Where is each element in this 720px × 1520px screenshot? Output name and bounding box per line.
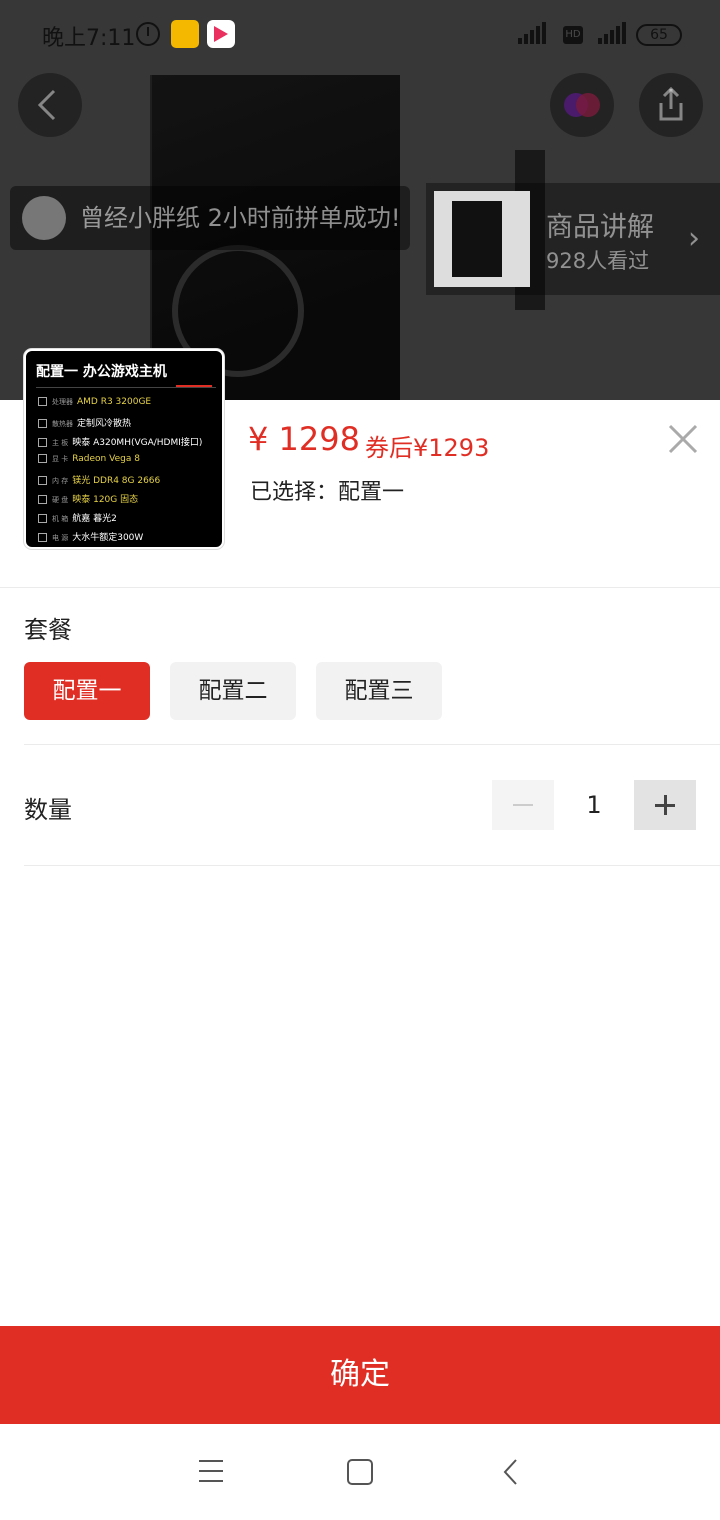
spec-value: 镁光 DDR4 8G 2666 bbox=[72, 476, 161, 486]
spec-icon bbox=[38, 438, 47, 447]
explain-thumbnail bbox=[434, 191, 530, 287]
product-explain-card[interactable]: 商品讲解 928人看过 › bbox=[426, 183, 720, 295]
spec-key: 显 卡 bbox=[52, 455, 69, 463]
product-thumbnail[interactable]: 配置一 办公游戏主机 处理器 AMD R3 3200GE 散热器 定制风冷散热主 板映… bbox=[24, 349, 224, 549]
card-accent-line bbox=[176, 385, 212, 387]
spec-row: 电 源大水牛额定300W bbox=[38, 530, 143, 543]
alarm-icon bbox=[136, 22, 160, 46]
close-button[interactable] bbox=[666, 422, 700, 456]
spec-icon bbox=[38, 419, 47, 428]
status-bar: 晚上7:11 HD 65 bbox=[0, 0, 720, 70]
menu-icon[interactable] bbox=[199, 1460, 223, 1482]
selected-option-text: 已选择：配置一 bbox=[250, 480, 405, 505]
share-icon bbox=[659, 86, 683, 121]
confirm-button[interactable]: 确定 bbox=[0, 1326, 720, 1424]
price: ¥ 1298 bbox=[248, 420, 360, 458]
app-notification-icon bbox=[171, 20, 199, 48]
divider bbox=[24, 865, 720, 866]
spec-key: 电 源 bbox=[52, 534, 69, 542]
spec-icon bbox=[38, 533, 47, 542]
chevron-left-icon bbox=[37, 89, 56, 121]
spec-row: 硬 盘映泰 120G 固态 bbox=[38, 492, 138, 505]
live-button[interactable] bbox=[550, 73, 614, 137]
spec-icon bbox=[38, 397, 47, 406]
share-button[interactable] bbox=[639, 73, 703, 137]
quantity-label: 数量 bbox=[24, 796, 72, 824]
signal-icon bbox=[518, 22, 548, 44]
home-icon[interactable] bbox=[347, 1459, 373, 1485]
spec-row: 散热器 定制风冷散热 bbox=[38, 416, 131, 429]
explain-viewers: 928人看过 bbox=[546, 249, 650, 273]
avatar bbox=[22, 196, 66, 240]
back-button[interactable] bbox=[18, 73, 82, 137]
hd-icon: HD bbox=[563, 26, 583, 44]
video-app-icon bbox=[207, 20, 235, 48]
signal-icon bbox=[598, 22, 628, 44]
spec-icon bbox=[38, 495, 47, 504]
spec-icon bbox=[38, 514, 47, 523]
divider bbox=[0, 587, 720, 588]
spec-icon bbox=[38, 476, 47, 485]
coupon-price: 券后¥1293 bbox=[365, 434, 490, 462]
option-config-2[interactable]: 配置二 bbox=[170, 662, 296, 720]
spec-key: 主 板 bbox=[52, 439, 69, 447]
spec-row: 显 卡 Radeon Vega 8 bbox=[38, 454, 140, 464]
spec-value: 映泰 120G 固态 bbox=[72, 495, 139, 505]
spec-key: 硬 盘 bbox=[52, 496, 69, 504]
spec-row: 机 箱航嘉 暮光2 bbox=[38, 511, 117, 524]
spec-key: 散热器 bbox=[52, 420, 73, 428]
live-icon bbox=[564, 93, 600, 117]
status-time: 晚上7:11 bbox=[42, 26, 136, 51]
close-icon bbox=[668, 424, 698, 454]
divider bbox=[24, 744, 720, 745]
spec-value: 定制风冷散热 bbox=[77, 419, 132, 429]
spec-key: 机 箱 bbox=[52, 515, 69, 523]
explain-title: 商品讲解 bbox=[546, 212, 654, 243]
notice-text: 曾经小胖纸 2小时前拼单成功! bbox=[80, 204, 401, 232]
spec-row: 内 存镁光 DDR4 8G 2666 bbox=[38, 473, 160, 486]
quantity-value[interactable]: 1 bbox=[554, 780, 634, 830]
spec-key: 内 存 bbox=[52, 477, 69, 485]
spec-value: 映泰 A320MH(VGA/HDMI接口) bbox=[72, 438, 203, 448]
chevron-right-icon: › bbox=[688, 221, 700, 256]
card-title: 配置一 办公游戏主机 bbox=[36, 364, 167, 380]
spec-value: 航嘉 暮光2 bbox=[72, 514, 117, 524]
battery-icon: 65 bbox=[636, 24, 682, 46]
option-config-3[interactable]: 配置三 bbox=[316, 662, 442, 720]
spec-row: 主 板映泰 A320MH(VGA/HDMI接口) bbox=[38, 435, 202, 448]
spec-value: Radeon Vega 8 bbox=[72, 454, 140, 464]
quantity-decrease-button[interactable] bbox=[492, 780, 554, 830]
card-divider bbox=[36, 387, 216, 388]
back-nav-icon[interactable] bbox=[500, 1458, 524, 1486]
spec-key: 处理器 bbox=[52, 398, 73, 406]
package-label: 套餐 bbox=[24, 616, 72, 644]
spec-value: AMD R3 3200GE bbox=[77, 397, 152, 407]
quantity-increase-button[interactable] bbox=[634, 780, 696, 830]
spec-icon bbox=[38, 454, 47, 463]
group-buy-notice: 曾经小胖纸 2小时前拼单成功! bbox=[10, 186, 410, 250]
option-config-1[interactable]: 配置一 bbox=[24, 662, 150, 720]
spec-value: 大水牛额定300W bbox=[72, 533, 144, 543]
spec-row: 处理器 AMD R3 3200GE bbox=[38, 397, 151, 407]
